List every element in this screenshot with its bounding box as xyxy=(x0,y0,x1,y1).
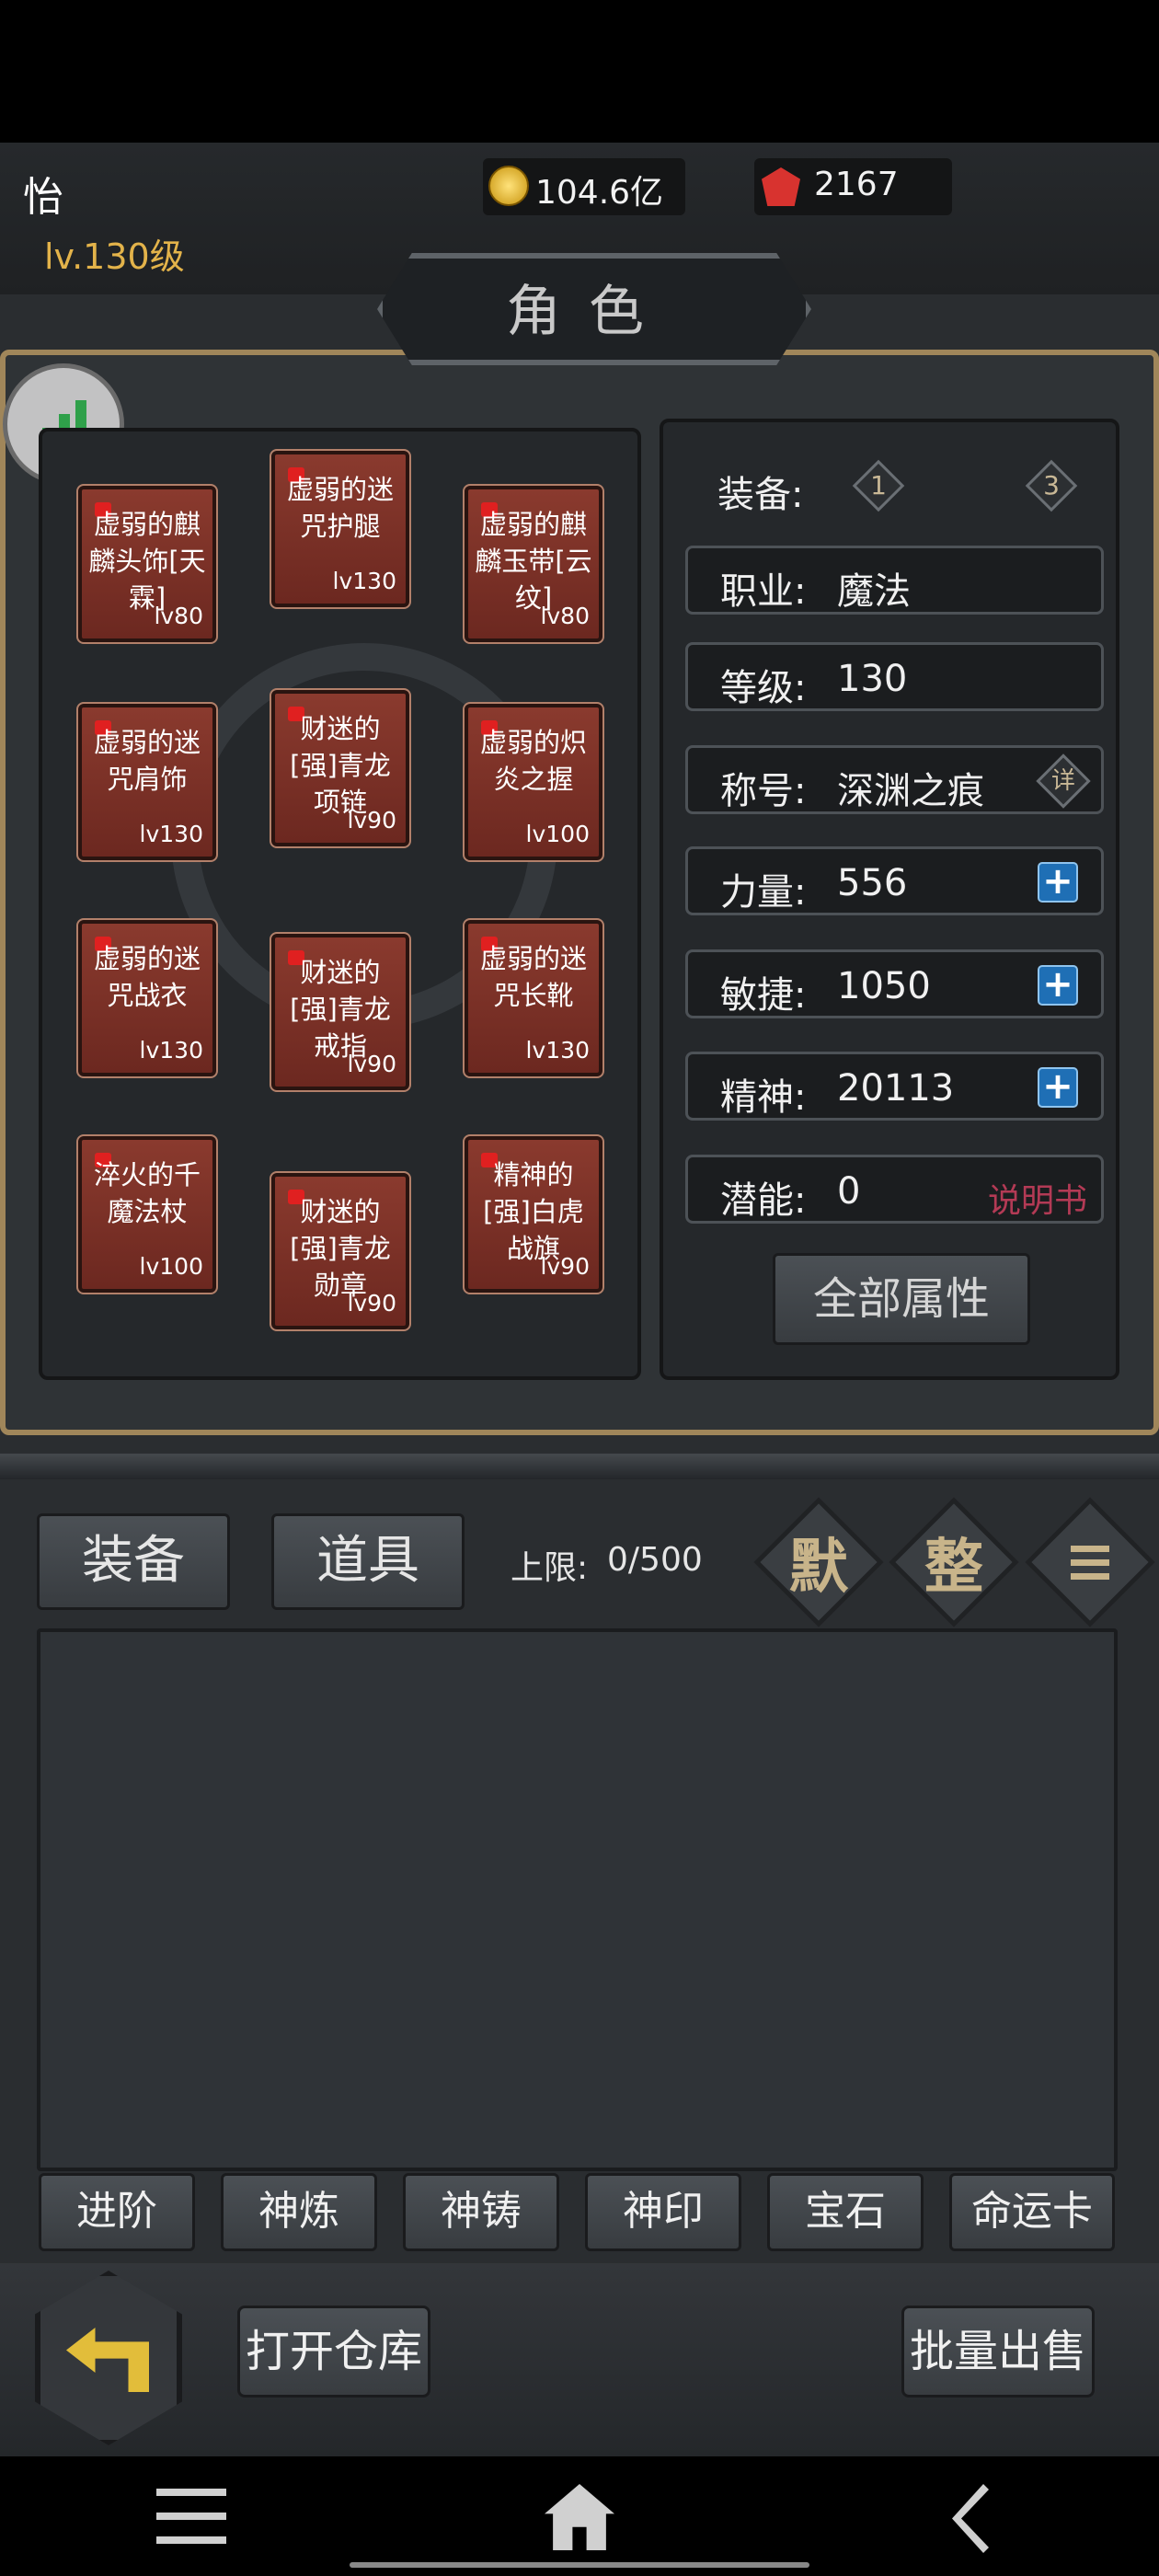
gem-display[interactable]: 2167 xyxy=(754,158,952,215)
capacity-value: 0/500 xyxy=(607,1541,703,1579)
equip-slot-banner[interactable]: 精神的[强]白虎战旗 lv90 xyxy=(463,1134,604,1294)
gold-display[interactable]: 104.6亿 xyxy=(483,158,685,215)
equip-set-3-label: 3 xyxy=(1043,470,1060,500)
add-strength-button[interactable]: + xyxy=(1038,862,1078,903)
title-row: 称号: 深渊之痕 详 xyxy=(685,745,1104,814)
equip-set-1-label: 1 xyxy=(870,470,887,500)
advance-button[interactable]: 进阶 xyxy=(39,2173,195,2251)
equip-slot-medal[interactable]: 财迷的[强]青龙勋章 lv90 xyxy=(270,1171,411,1331)
section-divider xyxy=(0,1454,1159,1479)
add-spirit-button[interactable]: + xyxy=(1038,1067,1078,1108)
equip-slot-belt[interactable]: 虚弱的麒麟玉带[云纹] lv80 xyxy=(463,484,604,644)
page-title: 角色 xyxy=(506,280,671,344)
equip-slot-gloves[interactable]: 虚弱的炽炎之握 lv100 xyxy=(463,702,604,862)
equip-slot-ring[interactable]: 财迷的[强]青龙戒指 lv90 xyxy=(270,932,411,1092)
add-agility-button[interactable]: + xyxy=(1038,965,1078,1006)
agility-row: 敏捷: 1050 + xyxy=(685,949,1104,1018)
batch-sell-button[interactable]: 批量出售 xyxy=(901,2306,1095,2398)
inventory-grid[interactable] xyxy=(37,1628,1118,2171)
level-row: 等级: 130 xyxy=(685,642,1104,711)
gold-coin-icon xyxy=(488,166,529,206)
equip-set-label: 装备: xyxy=(717,474,804,516)
fate-card-button[interactable]: 命运卡 xyxy=(949,2173,1115,2251)
spirit-row: 精神: 20113 + xyxy=(685,1052,1104,1121)
equip-slot-armor[interactable]: 虚弱的迷咒战衣 lv130 xyxy=(76,918,218,1078)
equip-slot-shoulder[interactable]: 虚弱的迷咒肩饰 lv130 xyxy=(76,702,218,862)
red-gem-icon xyxy=(762,167,800,206)
all-attributes-button[interactable]: 全部属性 xyxy=(773,1253,1030,1345)
equip-slot-necklace[interactable]: 财迷的[强]青龙项链 lv90 xyxy=(270,688,411,848)
gold-amount: 104.6亿 xyxy=(535,174,664,212)
job-row: 职业: 魔法 xyxy=(685,546,1104,615)
equip-slot-weapon[interactable]: 淬火的千魔法杖 lv100 xyxy=(76,1134,218,1294)
equip-slot-headwear[interactable]: 虚弱的麒麟头饰[天霖] lv80 xyxy=(76,484,218,644)
title-detail-label: 详 xyxy=(1050,767,1075,795)
forge-button[interactable]: 神铸 xyxy=(403,2173,559,2251)
player-level: lv.130级 xyxy=(44,236,185,277)
manual-link[interactable]: 说明书 xyxy=(988,1174,1087,1222)
tab-items[interactable]: 道具 xyxy=(271,1513,465,1610)
open-warehouse-button[interactable]: 打开仓库 xyxy=(237,2306,430,2398)
strength-row: 力量: 556 + xyxy=(685,846,1104,915)
player-name: 怡 xyxy=(23,174,63,221)
gesture-handle xyxy=(350,2562,809,2568)
gem-amount: 2167 xyxy=(814,166,899,203)
seal-button[interactable]: 神印 xyxy=(585,2173,741,2251)
potential-row: 潜能: 0 说明书 xyxy=(685,1155,1104,1224)
equip-slot-boots[interactable]: 虚弱的迷咒长靴 lv130 xyxy=(463,918,604,1078)
equip-slot-leggings[interactable]: 虚弱的迷咒护腿 lv130 xyxy=(270,449,411,609)
tab-equipment[interactable]: 装备 xyxy=(37,1513,230,1610)
capacity-label: 上限: xyxy=(511,1549,589,1587)
menu-icon[interactable] xyxy=(156,2489,226,2544)
refine-button[interactable]: 神炼 xyxy=(221,2173,377,2251)
gem-button[interactable]: 宝石 xyxy=(767,2173,924,2251)
